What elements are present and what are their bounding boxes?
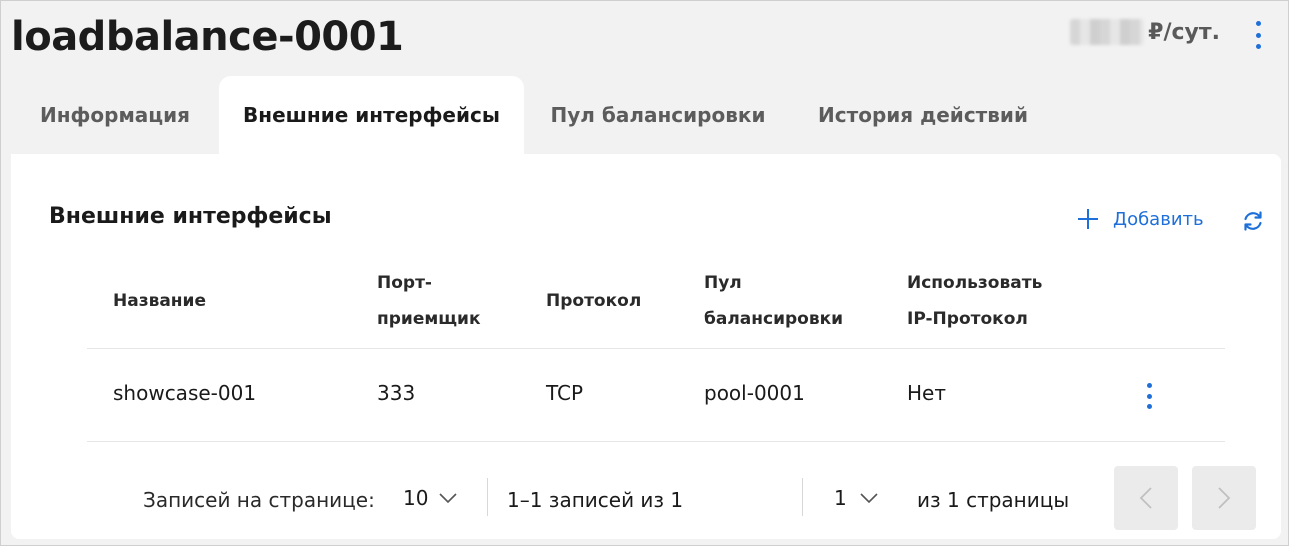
per-page-select[interactable]: 10: [403, 486, 458, 510]
chevron-down-icon: [860, 493, 878, 504]
chevron-down-icon: [439, 493, 458, 504]
cell-pool: pool-0001: [704, 381, 805, 405]
section-title: Внешние интерфейсы: [49, 204, 332, 229]
next-page-button[interactable]: [1192, 466, 1256, 530]
price-value-blurred: [1070, 19, 1145, 45]
current-page: 1: [834, 486, 847, 510]
cell-name: showcase-001: [113, 381, 257, 405]
page-select[interactable]: 1: [834, 486, 879, 510]
refresh-icon: [1244, 211, 1262, 231]
chevron-left-icon: [1139, 487, 1152, 509]
tab-external-interfaces[interactable]: Внешние интерфейсы: [219, 76, 524, 154]
cell-protocol: TCP: [546, 381, 584, 405]
chevron-right-icon: [1218, 487, 1231, 509]
refresh-button[interactable]: [1241, 209, 1265, 233]
per-page-label: Записей на странице:: [143, 488, 375, 512]
column-header-use-ip[interactable]: Использовать IP-Протокол: [907, 265, 1087, 337]
page-title: loadbalance-0001: [11, 14, 404, 60]
cell-port: 333: [377, 381, 416, 405]
column-header-name[interactable]: Название: [113, 283, 206, 319]
row-kebab-icon[interactable]: [1142, 383, 1156, 409]
divider: [487, 478, 488, 516]
add-button-label: Добавить: [1113, 208, 1204, 230]
pagination: Записей на странице: 10 1–1 записей из 1…: [11, 466, 1281, 532]
divider: [802, 478, 803, 516]
price-suffix: ₽/сут.: [1148, 19, 1220, 45]
column-header-pool[interactable]: Пул балансировки: [704, 265, 874, 337]
column-header-port[interactable]: Порт- приемщик: [377, 265, 517, 337]
tab-information[interactable]: Информация: [11, 76, 219, 154]
content-card: Внешние интерфейсы Добавить Название Пор…: [11, 154, 1281, 539]
of-pages-text: из 1 страницы: [917, 488, 1070, 512]
interfaces-table: Название Порт- приемщик Протокол Пул бал…: [87, 259, 1225, 442]
kebab-vertical-icon[interactable]: [1250, 21, 1266, 49]
table-header: Название Порт- приемщик Протокол Пул бал…: [87, 259, 1225, 349]
tab-bar: Информация Внешние интерфейсы Пул баланс…: [11, 76, 1054, 154]
tab-action-history[interactable]: История действий: [792, 76, 1054, 154]
add-button[interactable]: Добавить: [1077, 208, 1204, 230]
per-page-value: 10: [403, 486, 429, 510]
tab-balancing-pool[interactable]: Пул балансировки: [524, 76, 792, 154]
table-row: showcase-001 333 TCP pool-0001 Нет: [87, 349, 1225, 442]
price-display: ₽/сут.: [1070, 19, 1220, 45]
cell-use-ip: Нет: [907, 381, 946, 405]
plus-icon: [1078, 209, 1098, 229]
range-text: 1–1 записей из 1: [507, 488, 684, 512]
prev-page-button[interactable]: [1114, 466, 1178, 530]
app-frame: loadbalance-0001 ₽/сут. Информация Внешн…: [0, 0, 1289, 546]
column-header-protocol[interactable]: Протокол: [546, 283, 641, 319]
